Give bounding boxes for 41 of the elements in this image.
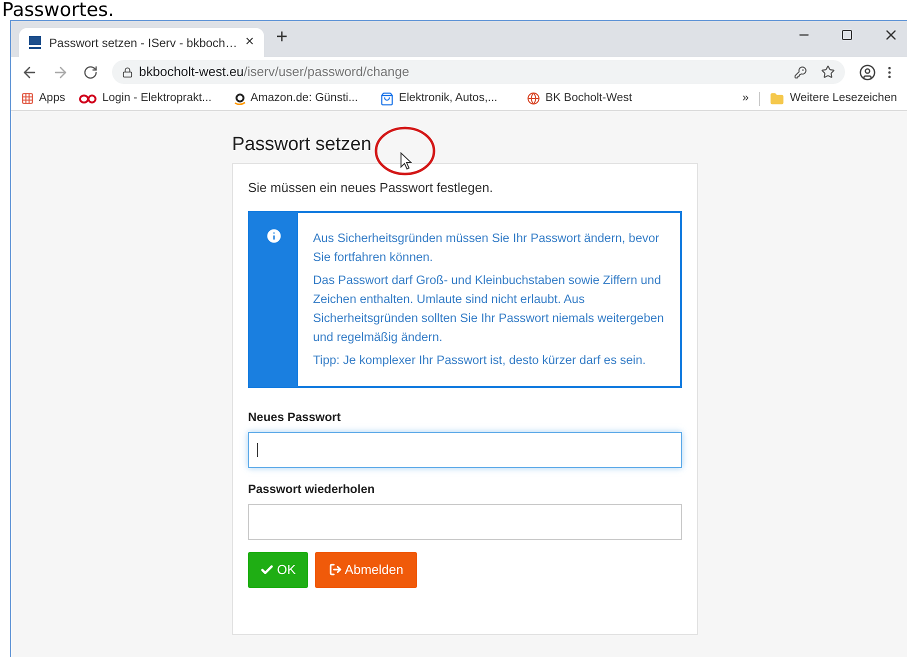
maximize-icon[interactable] [841, 29, 853, 41]
info-icon [265, 226, 283, 244]
folder-icon [770, 92, 784, 106]
bookmark[interactable]: Amazon.de: Günsti... [234, 90, 358, 108]
intro-text: Sie müssen ein neues Passwort festlegen. [248, 179, 494, 197]
field-label: Passwort wiederholen [248, 480, 376, 498]
tab-title: Passwort setzen - IServ - bkboch… [49, 34, 238, 52]
bookmark[interactable]: Apps [21, 90, 66, 108]
other-bookmarks[interactable]: Weitere Lesezeichen [770, 90, 897, 108]
bookmark[interactable]: Login - Elektroprakt... [79, 90, 212, 108]
field-label: Neues Passwort [248, 408, 342, 426]
browser-tab[interactable]: Passwort setzen - IServ - bkboch… × [19, 28, 264, 57]
lock-icon [122, 66, 133, 78]
annotation-circle [374, 126, 436, 176]
profile-icon[interactable] [859, 64, 876, 80]
logout-icon [328, 563, 342, 576]
reload-icon[interactable] [83, 64, 98, 80]
star-icon[interactable] [821, 65, 835, 79]
amazon-logo-icon [234, 92, 246, 104]
text-cursor [257, 442, 258, 456]
page-title: Passwort setzen [232, 133, 372, 157]
bookmark[interactable]: BK Bocholt-West [527, 90, 632, 108]
grid-icon [21, 92, 34, 105]
info-text: Aus Sicherheitsgründen müssen Sie Ihr Passwort ändern, bevor Sie fortfahren können. [313, 230, 660, 266]
new-tab-button[interactable]: + [276, 22, 288, 52]
password-field[interactable] [248, 432, 682, 468]
check-icon [260, 562, 274, 576]
document-text: Passwortes. [1, 0, 116, 20]
url-text: bkbocholt-west.eu/iserv/user/password/change [139, 63, 410, 82]
bag-icon [380, 92, 394, 106]
info-text: Tipp: Je komplexer Ihr Passwort ist, desto kürzer darf es sein. [313, 352, 647, 368]
more-bookmarks-button[interactable]: » [742, 90, 749, 108]
favicon-icon [29, 36, 42, 49]
bookmark[interactable]: Elektronik, Autos,... [380, 90, 498, 108]
address-bar[interactable]: bkbocholt-west.eu/iserv/user/password/change [112, 60, 845, 84]
password-field[interactable] [248, 504, 682, 540]
globe-icon [527, 92, 540, 105]
ep-logo-icon [79, 94, 98, 104]
tab-close-button[interactable]: × [245, 31, 254, 54]
info-text: Das Passwort darf Groß- und Kleinbuchstaben sowie Ziffern und Zeichen enthalten. Umlaute sind nicht erlaubt. Aus Sicherheitsgründen sollten Sie Ihr Passwort niemals weitergeben und regelmäßig ändern. [313, 272, 665, 346]
key-icon[interactable] [794, 66, 807, 78]
